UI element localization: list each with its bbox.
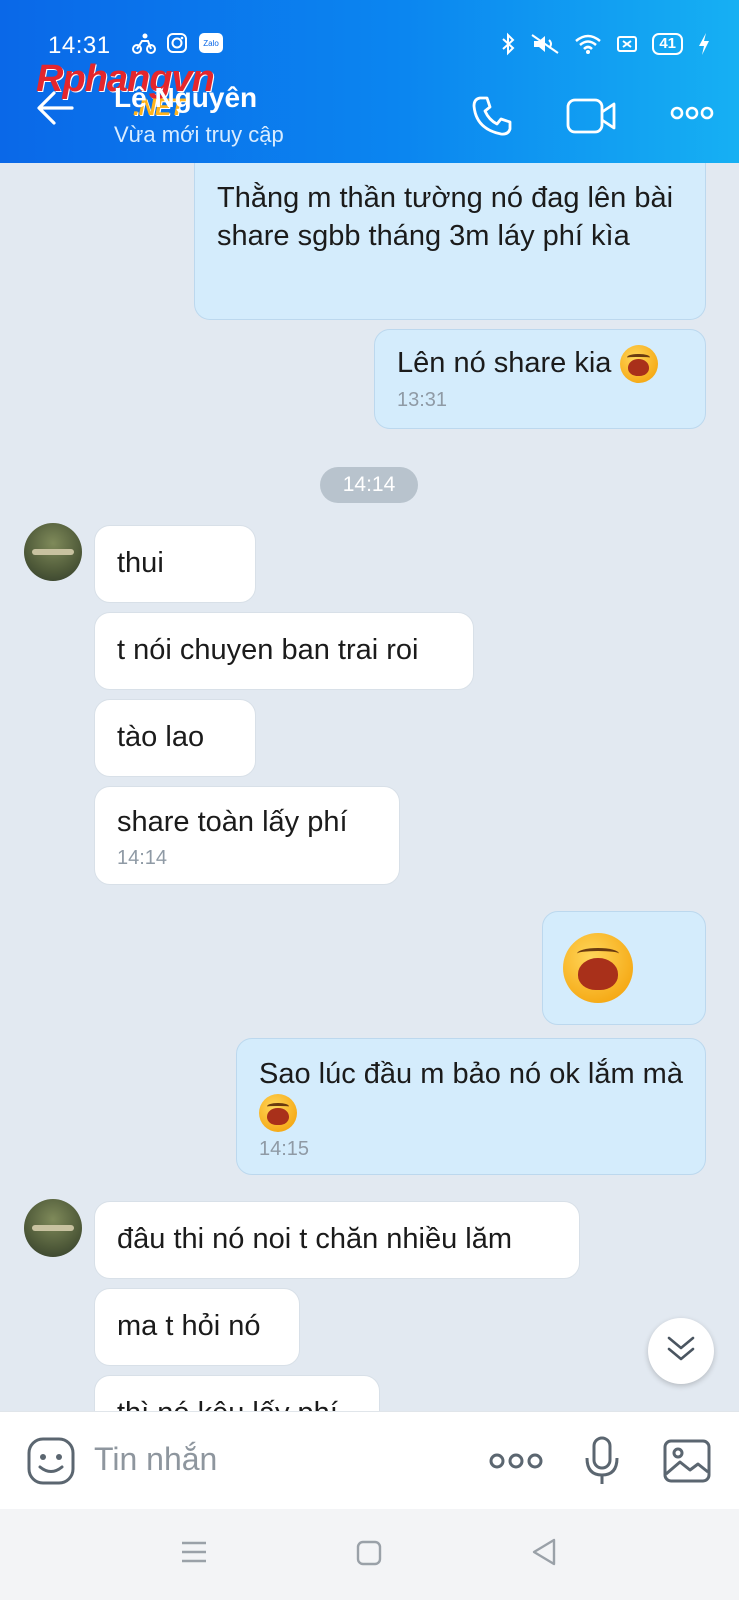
chevron-down-icon <box>665 1334 697 1369</box>
mute-icon <box>530 33 560 55</box>
more-icon[interactable] <box>670 106 714 125</box>
message-bubble-incoming[interactable]: tào lao <box>94 699 256 777</box>
contact-name[interactable]: Lê Nguyên <box>114 82 257 114</box>
charging-icon <box>697 32 711 56</box>
home-button[interactable] <box>355 1539 383 1572</box>
message-text: tào lao <box>117 721 205 753</box>
recent-apps-button[interactable] <box>180 1539 208 1570</box>
chat-header: 14:31 Zalo 41 Rphangvn .NET Lê Nguyên Vừ… <box>0 0 739 163</box>
message-composer <box>0 1411 739 1509</box>
bluetooth-icon <box>500 32 516 56</box>
sticker-bubble[interactable] <box>542 911 706 1025</box>
message-text: t nói chuyen ban trai roi <box>117 634 419 666</box>
message-text: share toàn lấy phí <box>117 806 348 838</box>
message-bubble-incoming[interactable]: t nói chuyen ban trai roi <box>94 612 474 690</box>
message-text: Sao lúc đầu m bảo nó ok lắm mà <box>259 1058 683 1090</box>
message-text: thì nó kêu lấy phí <box>117 1394 357 1411</box>
video-icon[interactable] <box>566 96 618 141</box>
message-bubble-incoming[interactable]: đâu thi nó noi t chăn nhiều lăm <box>94 1201 580 1279</box>
message-bubble-outgoing[interactable]: Sao lúc đầu m bảo nó ok lắm mà 14:15 <box>236 1038 706 1175</box>
message-text: Thằng m thần tường nó đag lên bài share … <box>217 182 674 252</box>
laughing-sticker-icon <box>563 933 633 1003</box>
message-time: 14:15 <box>259 1138 310 1161</box>
image-icon[interactable] <box>662 1438 712 1489</box>
sticker-icon[interactable] <box>26 1436 76 1491</box>
battery-indicator: 41 <box>652 33 683 55</box>
instagram-icon <box>166 32 188 54</box>
phone-icon[interactable] <box>470 94 514 143</box>
message-input[interactable] <box>94 1434 454 1484</box>
message-text: ma t hỏi nó <box>117 1310 261 1342</box>
date-divider: 14:14 <box>320 467 418 503</box>
message-bubble-incoming[interactable]: thui <box>94 525 256 603</box>
message-text: đâu thi nó noi t chăn nhiều lăm <box>117 1223 512 1255</box>
svg-text:Zalo: Zalo <box>203 39 219 48</box>
message-bubble-incoming[interactable]: share toàn lấy phí 14:14 <box>94 786 400 885</box>
laughing-emoji-icon <box>619 345 658 384</box>
back-arrow-icon[interactable] <box>36 90 74 131</box>
message-bubble-outgoing[interactable]: Lên nó share kia 13:31 <box>374 329 706 429</box>
mic-icon[interactable] <box>584 1436 620 1491</box>
more-options-icon[interactable] <box>488 1452 544 1475</box>
message-list[interactable]: Thằng m thần tường nó đag lên bài share … <box>0 163 739 1411</box>
avatar[interactable] <box>24 523 82 581</box>
wifi-icon <box>574 33 602 55</box>
back-button[interactable] <box>530 1537 558 1572</box>
avatar[interactable] <box>24 1199 82 1257</box>
message-bubble-incoming[interactable]: ma t hỏi nó <box>94 1288 300 1366</box>
message-text: Lên nó share kia <box>397 347 612 379</box>
scroll-to-bottom-button[interactable] <box>648 1318 714 1384</box>
message-time: 14:14 <box>117 847 168 869</box>
zalo-icon: Zalo <box>198 32 224 54</box>
contact-status: Vừa mới truy cập <box>114 122 284 147</box>
status-right-icons: 41 <box>500 32 711 56</box>
sim-icon <box>616 33 638 55</box>
system-nav-bar <box>0 1509 739 1600</box>
delivery-icon <box>132 32 156 54</box>
message-text: thui <box>117 547 164 579</box>
status-time: 14:31 <box>48 32 111 59</box>
message-bubble-outgoing[interactable]: Thằng m thần tường nó đag lên bài share … <box>194 163 706 320</box>
message-time: 13:31 <box>397 389 448 412</box>
laughing-emoji-icon <box>259 1094 297 1133</box>
status-left-icons: Zalo <box>132 32 224 54</box>
message-bubble-incoming[interactable]: thì nó kêu lấy phí <box>94 1375 380 1411</box>
